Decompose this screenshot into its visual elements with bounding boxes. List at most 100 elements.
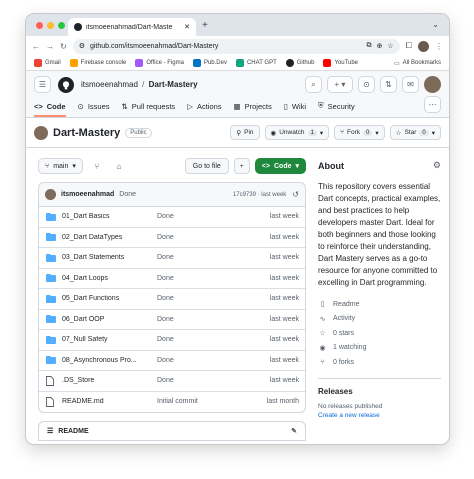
history-icon[interactable]: ↺ bbox=[292, 190, 299, 199]
table-row[interactable]: README.md Initial commit last month bbox=[39, 392, 305, 413]
tags-icon[interactable]: ⌂ bbox=[111, 158, 127, 174]
pull-requests-icon[interactable]: ⇅ bbox=[380, 76, 397, 93]
create-release-link[interactable]: Create a new release bbox=[318, 412, 441, 419]
commit-author[interactable]: itsmoeenahmad bbox=[61, 191, 114, 198]
unwatch-button[interactable]: ◉ Unwatch 1 ▾ bbox=[264, 125, 330, 140]
owner-avatar[interactable] bbox=[34, 125, 48, 140]
inbox-icon[interactable]: ✉ bbox=[402, 76, 419, 93]
bookmark-pubdev[interactable]: Pub.Dev bbox=[192, 59, 227, 67]
tab-search-chevron-icon[interactable]: ⌄ bbox=[432, 20, 439, 29]
file-commit-message[interactable]: Initial commit bbox=[157, 398, 267, 405]
bookmark-star-icon[interactable]: ☆ bbox=[387, 42, 393, 50]
commit-author-avatar[interactable] bbox=[45, 189, 56, 200]
file-name[interactable]: README.md bbox=[62, 398, 157, 405]
add-file-button[interactable]: + bbox=[233, 158, 250, 174]
bookmark-youtube[interactable]: YouTube bbox=[323, 59, 358, 67]
file-name[interactable]: 02_Dart DataTypes bbox=[62, 234, 157, 241]
hamburger-menu-icon[interactable]: ☰ bbox=[34, 76, 51, 93]
install-icon[interactable]: ⧉ bbox=[366, 42, 371, 50]
search-icon[interactable]: ⌕ bbox=[305, 76, 322, 93]
new-tab-icon[interactable]: + bbox=[202, 20, 208, 31]
file-commit-message[interactable]: Done bbox=[157, 316, 270, 323]
minimize-window-button[interactable] bbox=[47, 22, 54, 29]
bookmark-firebase[interactable]: Firebase console bbox=[69, 59, 126, 67]
table-row[interactable]: 02_Dart DataTypes Done last week bbox=[39, 228, 305, 248]
list-icon[interactable]: ☰ bbox=[47, 427, 53, 435]
bookmark-chatgpt[interactable]: CHAT GPT bbox=[235, 59, 277, 67]
table-row[interactable]: 07_Null Safety Done last week bbox=[39, 330, 305, 351]
file-name[interactable]: 07_Null Safety bbox=[62, 336, 157, 343]
file-name[interactable]: 03_Dart Statements bbox=[62, 254, 157, 261]
watching-link[interactable]: ◉ 1 watching bbox=[318, 341, 441, 356]
forks-link[interactable]: ⑂ 0 forks bbox=[318, 355, 441, 370]
readme-tab[interactable]: README bbox=[58, 428, 88, 435]
maximize-window-button[interactable] bbox=[58, 22, 65, 29]
table-row[interactable]: 08_Asynchronous Pro... Done last week bbox=[39, 351, 305, 371]
tab-issues[interactable]: ⊙ Issues bbox=[78, 102, 110, 117]
file-name[interactable]: 01_Dart Basics bbox=[62, 213, 157, 220]
tab-code[interactable]: <> Code bbox=[34, 102, 66, 117]
readme-link[interactable]: ▯ Readme bbox=[318, 297, 441, 312]
edit-pencil-icon[interactable]: ✎ bbox=[291, 427, 297, 435]
github-logo-icon[interactable] bbox=[58, 76, 74, 93]
commit-message[interactable]: Done bbox=[119, 191, 136, 198]
file-commit-message[interactable]: Done bbox=[157, 295, 270, 302]
code-dropdown-button[interactable]: <> Code ▾ bbox=[254, 158, 306, 174]
bookmark-figma[interactable]: Office - Figma bbox=[135, 59, 184, 67]
file-name[interactable]: 06_Dart OOP bbox=[62, 316, 157, 323]
forward-icon[interactable]: → bbox=[46, 42, 54, 51]
table-row[interactable]: 01_Dart Basics Done last week bbox=[39, 207, 305, 228]
file-name[interactable]: 04_Dart Loops bbox=[62, 275, 157, 282]
file-commit-message[interactable]: Done bbox=[157, 254, 270, 261]
site-info-icon[interactable]: ⚙ bbox=[79, 42, 85, 50]
file-commit-message[interactable]: Done bbox=[157, 213, 270, 220]
table-row[interactable]: 04_Dart Loops Done last week bbox=[39, 269, 305, 289]
table-row[interactable]: 06_Dart OOP Done last week bbox=[39, 310, 305, 330]
activity-link[interactable]: ∿ Activity bbox=[318, 312, 441, 327]
breadcrumb-repo[interactable]: Dart-Mastery bbox=[149, 80, 198, 89]
zoom-icon[interactable]: ⊕ bbox=[376, 42, 382, 50]
browser-menu-icon[interactable]: ⋮ bbox=[435, 42, 443, 51]
file-name[interactable]: 08_Asynchronous Pro... bbox=[62, 357, 157, 364]
file-commit-message[interactable]: Done bbox=[157, 377, 270, 384]
releases-heading[interactable]: Releases bbox=[318, 387, 441, 396]
browser-tab[interactable]: itsmoeenahmad/Dart-Maste ✕ bbox=[68, 18, 196, 36]
file-commit-message[interactable]: Done bbox=[157, 357, 270, 364]
bookmark-gmail[interactable]: Gmail bbox=[34, 59, 61, 67]
issues-icon[interactable]: ⊙ bbox=[358, 76, 375, 93]
file-commit-message[interactable]: Done bbox=[157, 234, 270, 241]
create-new-button[interactable]: + ▾ bbox=[327, 76, 353, 93]
file-name[interactable]: .DS_Store bbox=[62, 377, 157, 384]
file-commit-message[interactable]: Done bbox=[157, 275, 270, 282]
gear-icon[interactable]: ⚙ bbox=[433, 160, 441, 171]
file-commit-message[interactable]: Done bbox=[157, 336, 270, 343]
go-to-file-button[interactable]: Go to file bbox=[184, 158, 229, 174]
url-field[interactable]: ⚙ github.com/itsmoeenahmad/Dart-Mastery … bbox=[72, 38, 400, 54]
tab-security[interactable]: ⛨ Security bbox=[318, 101, 355, 117]
tab-projects[interactable]: ▦ Projects bbox=[234, 102, 272, 117]
stars-link[interactable]: ☆ 0 stars bbox=[318, 326, 441, 341]
star-button[interactable]: ☆ Star 0 ▾ bbox=[389, 125, 441, 140]
more-tabs-icon[interactable]: ⋯ bbox=[424, 96, 441, 113]
profile-avatar[interactable] bbox=[418, 40, 429, 52]
fork-button[interactable]: ⑂ Fork 0 ▾ bbox=[334, 125, 385, 140]
breadcrumb-owner[interactable]: itsmoeenahmad bbox=[81, 80, 138, 89]
tab-wiki[interactable]: ▯ Wiki bbox=[284, 102, 306, 117]
commit-hash[interactable]: 17c9739 · last week bbox=[233, 192, 286, 198]
branch-selector[interactable]: ⑂ main ▾ bbox=[38, 158, 83, 174]
reload-icon[interactable]: ↻ bbox=[60, 42, 67, 51]
table-row[interactable]: .DS_Store Done last week bbox=[39, 371, 305, 392]
user-avatar[interactable] bbox=[424, 76, 441, 93]
table-row[interactable]: 03_Dart Statements Done last week bbox=[39, 248, 305, 269]
extensions-icon[interactable]: ⧠ bbox=[406, 41, 412, 51]
bookmark-github[interactable]: Github bbox=[285, 59, 314, 67]
back-icon[interactable]: ← bbox=[32, 42, 40, 51]
close-tab-icon[interactable]: ✕ bbox=[184, 23, 190, 31]
branches-icon[interactable]: ⑂ bbox=[89, 158, 105, 174]
file-name[interactable]: 05_Dart Functions bbox=[62, 295, 157, 302]
tab-pull-requests[interactable]: ⇅ Pull requests bbox=[122, 102, 176, 117]
pin-button[interactable]: ⚲ Pin bbox=[230, 125, 260, 140]
tab-actions[interactable]: ▷ Actions bbox=[187, 102, 221, 117]
close-window-button[interactable] bbox=[36, 22, 43, 29]
all-bookmarks[interactable]: ▭ All Bookmarks bbox=[394, 60, 441, 67]
